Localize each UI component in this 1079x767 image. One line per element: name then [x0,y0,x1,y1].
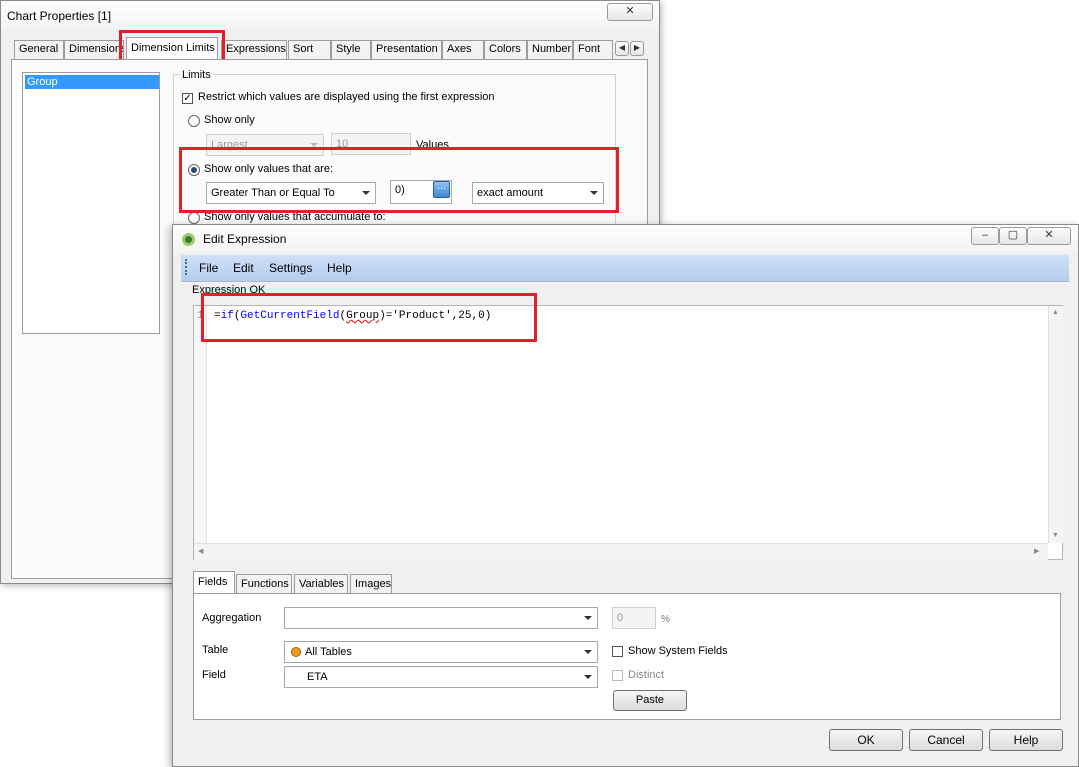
limits-group-label: Limits [180,69,213,81]
menu-edit[interactable]: Edit [233,261,254,275]
show-only-radio[interactable] [188,115,200,127]
chevron-right-icon: ▶ [633,43,641,52]
restrict-checkbox[interactable]: ✓ [182,93,193,104]
tab-scroll-left[interactable]: ◀ [615,41,629,56]
chart-properties-title: Chart Properties [1] [7,9,112,23]
help-button[interactable]: Help [989,729,1063,751]
highlight-expression [201,293,537,342]
menu-help[interactable]: Help [327,261,352,275]
table-label: Table [202,644,229,656]
edit-expression-window: Edit Expression – ▢ ✕ File Edit Settings… [172,224,1079,767]
editor-horizontal-scrollbar[interactable]: ◀ ▶ [194,543,1048,560]
qlik-logo-icon [182,233,195,246]
field-value: ETA [307,671,328,683]
close-button[interactable]: ✕ [1027,227,1071,245]
scroll-down-icon: ▼ [1052,532,1059,539]
show-system-fields-label: Show System Fields [628,645,728,657]
tab-number[interactable]: Number [527,40,573,59]
show-only-label: Show only [204,114,255,126]
chevron-down-icon [584,650,592,654]
percent-sign: % [661,614,670,625]
tab-dimensions[interactable]: Dimensions [64,40,124,59]
tab-expressions[interactable]: Expressions [221,40,287,59]
chevron-left-icon: ◀ [618,43,626,52]
tab-presentation[interactable]: Presentation [371,40,442,59]
restrict-label: Restrict which values are displayed usin… [198,91,495,103]
tab-images[interactable]: Images [350,574,392,594]
scroll-left-icon: ◀ [198,548,204,555]
menu-file[interactable]: File [199,261,218,275]
cancel-button[interactable]: Cancel [909,729,983,751]
table-dot-icon [291,647,301,657]
percent-input[interactable]: 0 [612,607,656,629]
edit-expression-titlebar: Edit Expression – ▢ ✕ [173,225,1078,253]
distinct-label: Distinct [628,669,665,681]
table-combo[interactable]: All Tables [284,641,598,663]
menu-bar: File Edit Settings Help [181,255,1069,282]
scroll-up-icon: ▲ [1052,309,1059,316]
minimize-button[interactable]: – [971,227,999,245]
aggregation-label: Aggregation [202,612,262,624]
menu-settings[interactable]: Settings [269,261,312,275]
field-combo[interactable]: ETA [284,666,598,688]
editor-vertical-scrollbar[interactable]: ▲ ▼ [1048,306,1063,543]
distinct-checkbox[interactable] [612,670,623,681]
scroll-right-icon: ▶ [1034,548,1040,555]
tab-fields[interactable]: Fields [193,571,235,594]
maximize-icon: ▢ [1007,229,1019,241]
maximize-button[interactable]: ▢ [999,227,1027,245]
accumulate-radio[interactable] [188,212,200,224]
dimension-item-group[interactable]: Group [25,75,159,89]
highlight-show-values-row [179,147,619,213]
ok-button[interactable]: OK [829,729,903,751]
minimize-icon: – [981,229,989,241]
grip-icon [185,259,189,275]
tab-variables[interactable]: Variables [294,574,348,594]
chart-properties-titlebar: Chart Properties [1] ✕ [1,1,659,31]
close-button[interactable]: ✕ [607,3,653,21]
checkmark-icon: ✓ [183,93,192,104]
tab-sort[interactable]: Sort [288,40,331,59]
show-system-fields-checkbox[interactable] [612,646,623,657]
edit-expression-title: Edit Expression [203,232,287,246]
tab-colors[interactable]: Colors [484,40,527,59]
tab-axes[interactable]: Axes [442,40,484,59]
tab-scroll-right[interactable]: ▶ [630,41,644,56]
table-value: All Tables [305,646,352,658]
dimension-list[interactable]: Group [22,72,160,334]
tab-general[interactable]: General [14,40,64,59]
field-label: Field [202,669,226,681]
tab-font[interactable]: Font [573,40,613,59]
fields-panel: Aggregation 0 % Table All Tables Show Sy… [193,593,1061,720]
close-icon: ✕ [1044,229,1054,241]
paste-button[interactable]: Paste [613,690,687,711]
aggregation-combo[interactable] [284,607,598,629]
expression-editor[interactable]: 1 =if(GetCurrentField(Group)='Product',2… [193,305,1063,560]
tab-functions[interactable]: Functions [236,574,292,594]
tab-style[interactable]: Style [331,40,371,59]
close-icon: ✕ [625,5,635,17]
chevron-down-icon [584,616,592,620]
chevron-down-icon [584,675,592,679]
